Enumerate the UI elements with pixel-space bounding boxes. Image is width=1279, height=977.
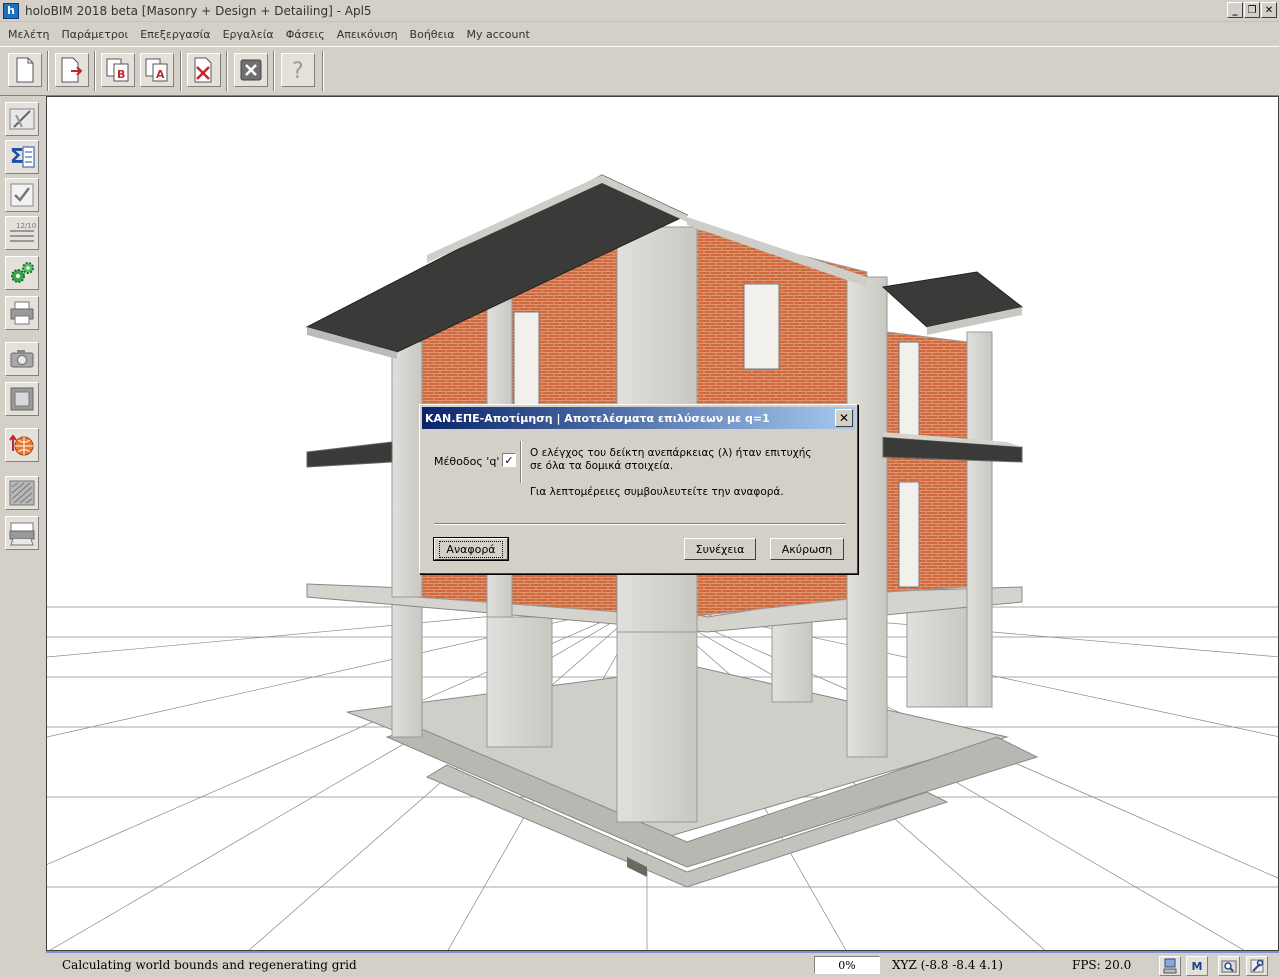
sum-button[interactable]: Σ <box>5 140 39 174</box>
dialog-close-button[interactable]: ✕ <box>835 409 853 427</box>
app-window: h holoBIM 2018 beta [Masonry + Design + … <box>0 0 1279 977</box>
left-toolbar: Σ 12/10 <box>0 96 46 564</box>
export-icon <box>61 57 83 83</box>
wrench-icon <box>1250 959 1264 973</box>
texture-button[interactable] <box>5 476 39 510</box>
b-report-button[interactable]: B <box>101 53 135 87</box>
gears-button[interactable] <box>5 256 39 290</box>
computer-status-button[interactable] <box>1159 956 1181 976</box>
design-icon <box>9 108 35 130</box>
print-preview-button[interactable] <box>5 516 39 550</box>
svg-text:?: ? <box>292 59 304 83</box>
results-dialog: ΚΑΝ.ΕΠΕ-Αποτίμηση | Αποτελέσματα επιλύσε… <box>419 404 858 574</box>
dialog-title-bar: ΚΑΝ.ΕΠΕ-Αποτίμηση | Αποτελέσματα επιλύσε… <box>422 407 855 429</box>
menu-item-tools[interactable]: Εργαλεία <box>217 28 280 41</box>
menu-item-my-account[interactable]: My account <box>460 28 535 41</box>
close-x-icon <box>240 59 262 81</box>
new-file-button[interactable] <box>8 53 42 87</box>
close-project-button[interactable] <box>234 53 268 87</box>
texture-icon <box>9 480 35 506</box>
magnifier-icon <box>1221 960 1237 973</box>
ratio-icon: 12/10 <box>10 222 36 242</box>
continue-button[interactable]: Συνέχεια <box>684 538 756 560</box>
progress-indicator: 0% <box>814 956 880 974</box>
settings-status-button[interactable] <box>1246 956 1268 976</box>
menu-item-phases[interactable]: Φάσεις <box>280 28 331 41</box>
close-button[interactable]: ✕ <box>1261 2 1277 18</box>
design-button[interactable] <box>5 102 39 136</box>
report-button[interactable]: Αναφορά <box>433 537 509 561</box>
printer-icon <box>10 301 34 325</box>
computer-icon <box>1163 958 1177 974</box>
zoom-status-button[interactable] <box>1218 956 1240 976</box>
ratio-button[interactable]: 12/10 <box>5 216 39 250</box>
dialog-title: ΚΑΝ.ΕΠΕ-Αποτίμηση | Αποτελέσματα επιλύσε… <box>425 411 770 425</box>
menu-item-edit[interactable]: Επεξεργασία <box>134 28 216 41</box>
print-button[interactable] <box>5 296 39 330</box>
window-title: holoBIM 2018 beta [Masonry + Design + De… <box>25 3 372 18</box>
dialog-horizontal-divider <box>434 523 846 525</box>
window-upper <box>743 283 780 370</box>
globe-icon <box>9 434 34 456</box>
globe-button[interactable] <box>5 428 39 462</box>
window-right-lower <box>898 481 920 588</box>
help-icon: ? <box>292 59 304 83</box>
frame-icon <box>10 387 34 411</box>
menu-item-help[interactable]: Βοήθεια <box>404 28 461 41</box>
svg-text:Σ: Σ <box>10 144 24 168</box>
menu-item-study[interactable]: Μελέτη <box>2 28 56 41</box>
window-controls: _ ❐ ✕ <box>1227 2 1277 18</box>
delete-file-button[interactable] <box>187 53 221 87</box>
status-bar: Calculating world bounds and regeneratin… <box>46 951 1279 977</box>
b-report-icon: B <box>106 58 129 82</box>
menu-item-view[interactable]: Απεικόνιση <box>331 28 404 41</box>
dialog-vertical-divider <box>520 441 522 483</box>
method-q-checkbox[interactable]: ✓ <box>502 453 516 467</box>
xyz-coordinates: XYZ (-8.8 -8.4 4.1) <box>892 958 1003 972</box>
window-right-upper <box>898 341 920 438</box>
dialog-message-line1: Ο ελέγχος του δείκτη ανεπάρκειας (λ) ήτα… <box>530 447 812 459</box>
dialog-message-line2: σε όλα τα δομικά στοιχεία. <box>530 460 674 472</box>
help-button[interactable]: ? <box>281 53 315 87</box>
app-icon: h <box>3 2 19 19</box>
restore-button[interactable]: ❐ <box>1244 2 1260 18</box>
report-button-label: Αναφορά <box>439 540 503 558</box>
print-preview-icon <box>9 522 35 546</box>
sum-icon: Σ <box>10 144 35 168</box>
a-report-button[interactable]: A <box>140 53 174 87</box>
menu-item-parameters[interactable]: Παράμετροι <box>56 28 135 41</box>
frame-button[interactable] <box>5 382 39 416</box>
gears-icon <box>11 262 34 283</box>
dialog-message-line3: Για λεπτομέρειες συμβουλευτείτε την αναφ… <box>530 486 784 498</box>
check-button[interactable] <box>5 178 39 212</box>
menu-bar: Μελέτη Παράμετροι Επεξεργασία Εργαλεία Φ… <box>0 22 1279 46</box>
fps-counter: FPS: 20.0 <box>1072 958 1132 972</box>
m-button[interactable]: M <box>1186 956 1208 976</box>
new-file-icon <box>16 57 34 83</box>
camera-icon <box>10 350 34 368</box>
camera-button[interactable] <box>5 342 39 376</box>
check-icon <box>10 183 34 207</box>
svg-text:12/10: 12/10 <box>16 222 36 230</box>
title-bar: h holoBIM 2018 beta [Masonry + Design + … <box>0 0 1279 22</box>
main-toolbar: B A ? <box>0 46 1279 96</box>
svg-text:B: B <box>117 68 125 81</box>
minimize-button[interactable]: _ <box>1227 2 1243 18</box>
status-message: Calculating world bounds and regeneratin… <box>62 958 357 972</box>
method-q-label: Μέθοδος 'q' <box>434 455 500 468</box>
svg-text:A: A <box>156 68 165 81</box>
export-button[interactable] <box>55 53 89 87</box>
cancel-button[interactable]: Ακύρωση <box>770 538 844 560</box>
a-report-icon: A <box>145 58 168 82</box>
delete-file-icon <box>194 57 212 83</box>
